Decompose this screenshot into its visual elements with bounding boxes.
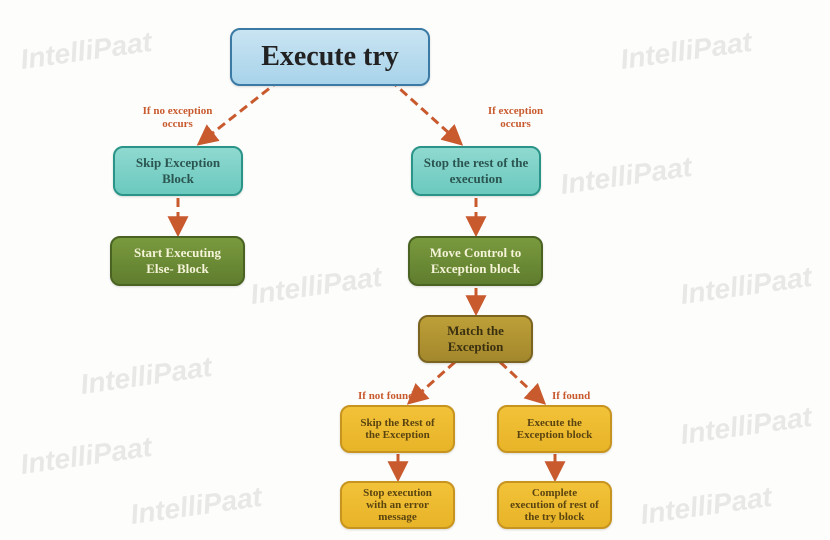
watermark: IntelliPaat bbox=[678, 401, 813, 451]
watermark: IntelliPaat bbox=[618, 26, 753, 76]
watermark: IntelliPaat bbox=[558, 151, 693, 201]
node-complete-execution: Complete execution of rest of the try bl… bbox=[497, 481, 612, 529]
watermark: IntelliPaat bbox=[678, 261, 813, 311]
watermark: IntelliPaat bbox=[638, 481, 773, 531]
watermark: IntelliPaat bbox=[18, 26, 153, 76]
node-skip-exception-block: Skip Exception Block bbox=[113, 146, 243, 196]
node-execute-try: Execute try bbox=[230, 28, 430, 86]
node-move-control: Move Control to Exception block bbox=[408, 236, 543, 286]
node-start-else-block: Start Executing Else- Block bbox=[110, 236, 245, 286]
label-not-found: If not found bbox=[358, 390, 414, 403]
watermark: IntelliPaat bbox=[78, 351, 213, 401]
label-exception: If exception occurs bbox=[478, 105, 553, 131]
node-stop-execution: Stop the rest of the execution bbox=[411, 146, 541, 196]
node-skip-rest-exception: Skip the Rest of the Exception bbox=[340, 405, 455, 453]
watermark: IntelliPaat bbox=[128, 481, 263, 531]
node-execute-exception-block: Execute the Exception block bbox=[497, 405, 612, 453]
watermark: IntelliPaat bbox=[18, 431, 153, 481]
watermark: IntelliPaat bbox=[248, 261, 383, 311]
node-match-exception: Match the Exception bbox=[418, 315, 533, 363]
label-no-exception: If no exception occurs bbox=[135, 105, 220, 131]
label-found: If found bbox=[552, 390, 590, 403]
node-stop-error-message: Stop execution with an error message bbox=[340, 481, 455, 529]
